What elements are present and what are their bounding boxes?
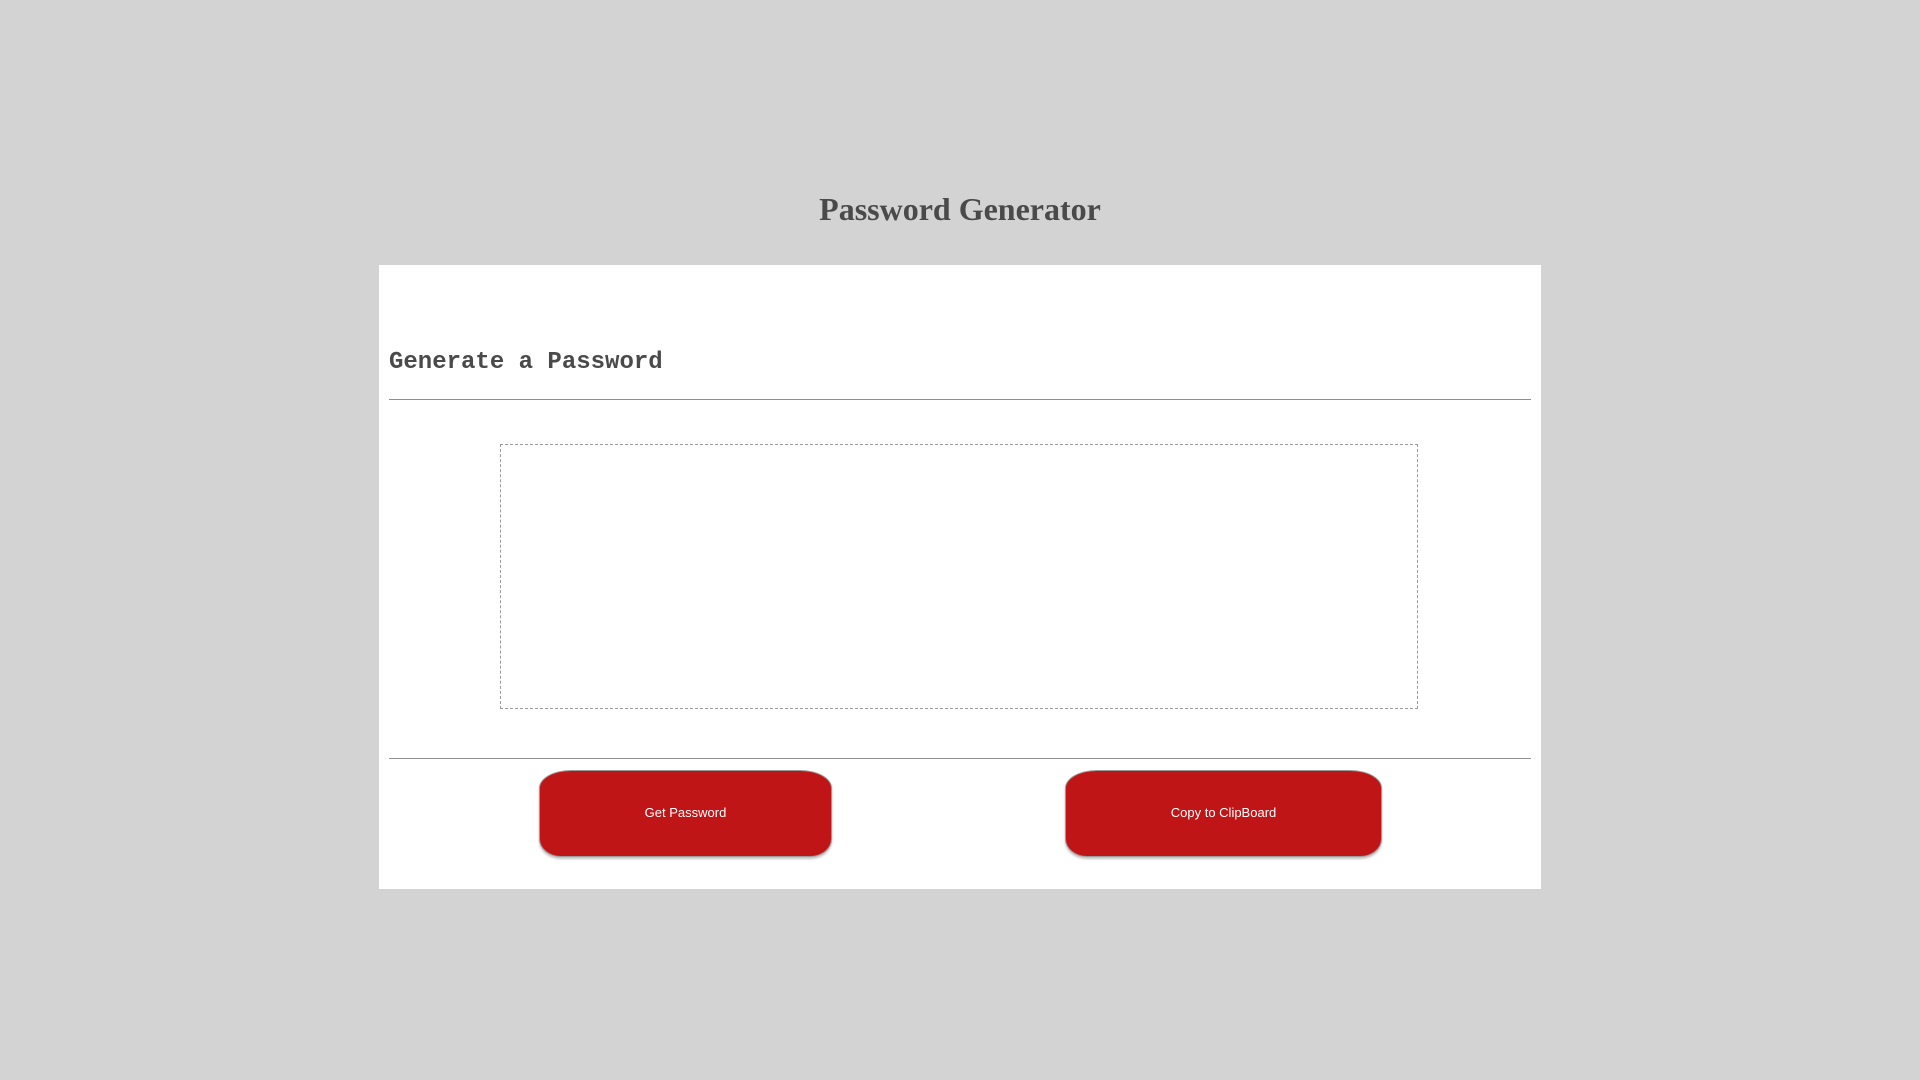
footer-divider [389,758,1531,759]
page-title: Password Generator [819,191,1101,227]
password-card: Generate a Password Get Password Copy to… [379,265,1541,889]
password-output-textarea[interactable] [500,444,1418,709]
card-header: Generate a Password [389,349,663,376]
get-password-button[interactable]: Get Password [539,770,832,857]
header-divider [389,399,1531,400]
copy-to-clipboard-button[interactable]: Copy to ClipBoard [1065,770,1382,857]
